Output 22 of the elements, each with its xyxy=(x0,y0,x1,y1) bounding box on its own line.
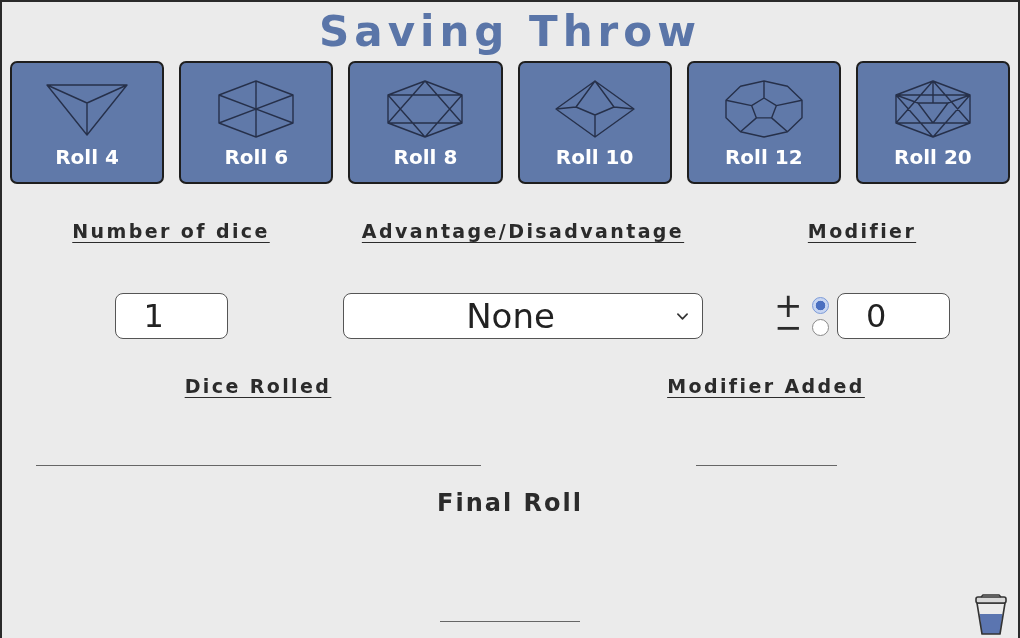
setting-label: Number of dice xyxy=(72,219,270,244)
roll-button[interactable]: Roll 4 xyxy=(10,61,165,184)
result-label: Modifier Added xyxy=(667,374,865,399)
page-title: Saving Throw xyxy=(319,11,701,53)
modifier-input[interactable]: 0 xyxy=(837,293,950,339)
sign-radio[interactable] xyxy=(812,296,829,314)
final-roll-label: Final Roll xyxy=(437,488,583,518)
dice-count-input[interactable]: 1 xyxy=(114,293,228,339)
roll-button[interactable]: Roll 20 xyxy=(855,61,1011,184)
advantage-dropdown[interactable]: None xyxy=(343,293,703,339)
cup-icon[interactable] xyxy=(972,594,1010,636)
chevron-down-icon xyxy=(677,312,688,320)
setting-label: Modifier xyxy=(807,219,917,244)
setting-label: Advantage/Disadvantage xyxy=(361,219,685,244)
roll-button[interactable]: Roll 12 xyxy=(686,61,841,184)
sign-label: − xyxy=(774,316,800,338)
result-label: Dice Rolled xyxy=(184,374,332,399)
roll-button[interactable]: Roll 8 xyxy=(348,61,503,184)
sign-label: + xyxy=(774,294,800,316)
roll-button[interactable]: Roll 6 xyxy=(179,61,334,184)
sign-radio[interactable] xyxy=(812,318,829,336)
roll-button[interactable]: Roll 10 xyxy=(517,61,672,184)
